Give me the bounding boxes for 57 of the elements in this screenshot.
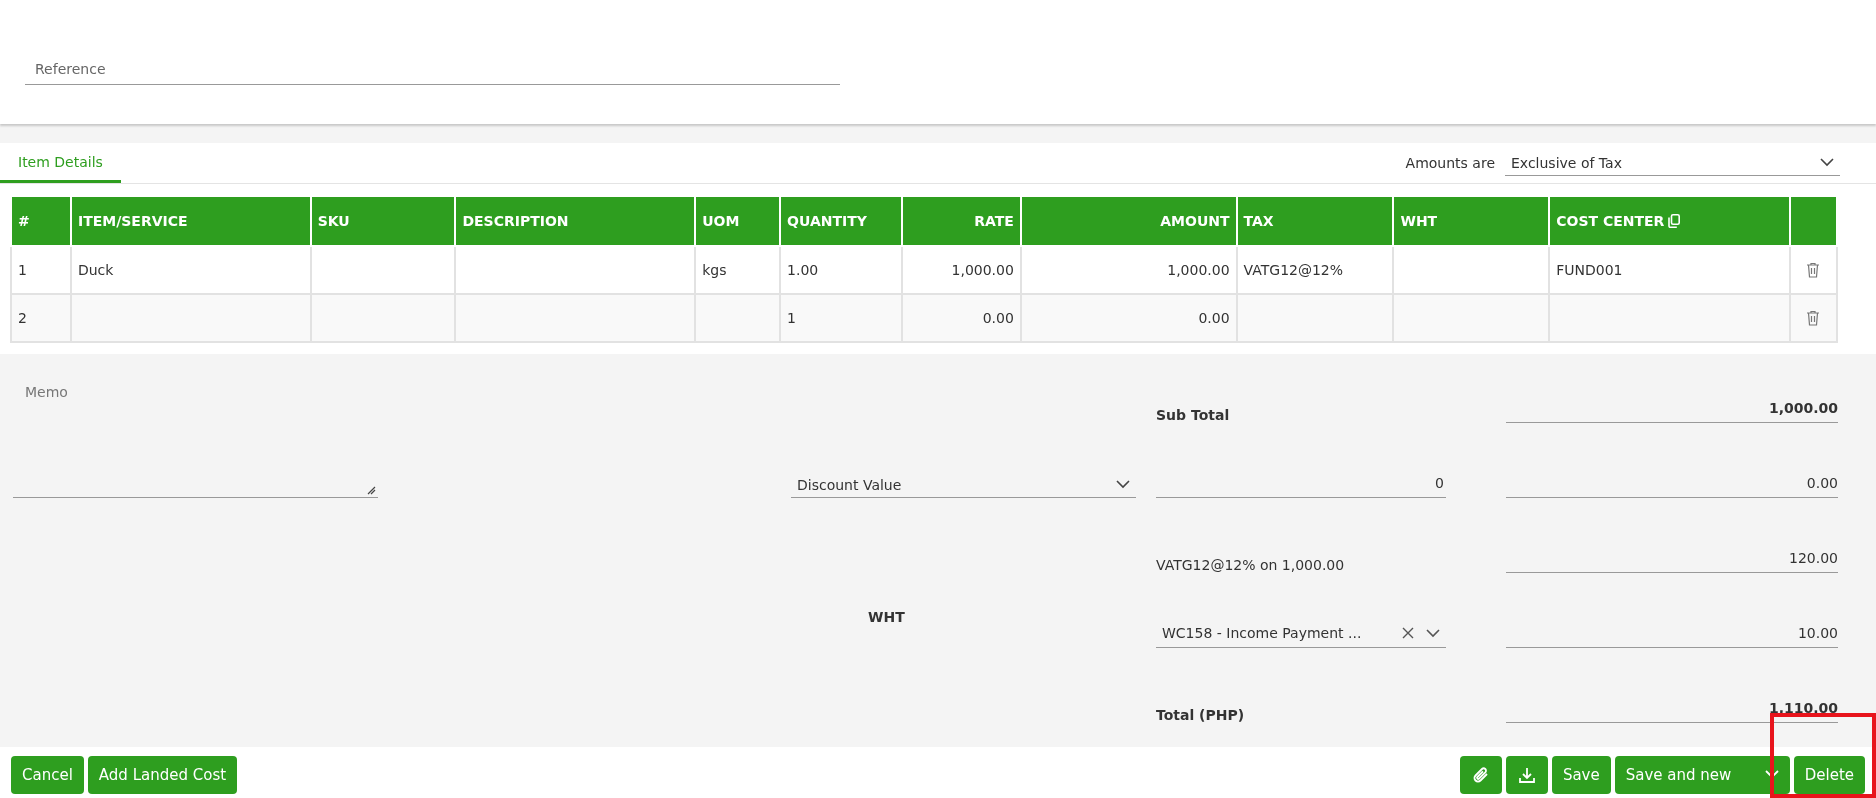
tax-amount: 120.00 bbox=[1506, 550, 1838, 573]
memo-label: Memo bbox=[25, 383, 68, 400]
column-header: WHT bbox=[1400, 213, 1438, 229]
action-button[interactable]: Save bbox=[1551, 755, 1611, 794]
chevron-down-icon[interactable] bbox=[1116, 480, 1130, 489]
discount-amount: 0.00 bbox=[1506, 475, 1838, 498]
attach-button[interactable] bbox=[1459, 755, 1502, 794]
column-header: UOM bbox=[702, 213, 740, 229]
discount-field[interactable]: 0 bbox=[1156, 475, 1446, 498]
action-button[interactable]: Add Landed Cost bbox=[87, 755, 238, 794]
column-header: TAX bbox=[1243, 213, 1274, 229]
resize-grip-icon[interactable] bbox=[367, 486, 376, 495]
column-header: QUANTITY bbox=[787, 213, 867, 229]
save-and-new-button[interactable]: Save and new bbox=[1614, 755, 1790, 794]
trash-icon[interactable] bbox=[1806, 310, 1821, 326]
tax-mode-dropdown[interactable]: Exclusive of Tax bbox=[1505, 150, 1840, 176]
table-cell: 0.00 bbox=[1198, 310, 1230, 326]
wht-label: WHT bbox=[868, 608, 905, 625]
table-cell: 0.00 bbox=[982, 310, 1014, 326]
clear-icon[interactable] bbox=[1402, 627, 1414, 639]
download-button[interactable] bbox=[1505, 755, 1548, 794]
amounts-are-label: Amounts are bbox=[1405, 155, 1495, 171]
table-cell: 2 bbox=[18, 310, 27, 326]
table-cell: 1,000.00 bbox=[951, 262, 1014, 278]
wht-amount: 10.00 bbox=[1506, 625, 1838, 648]
paperclip-icon bbox=[1471, 765, 1490, 784]
table-cell: Duck bbox=[77, 262, 114, 278]
total-value: 1,110.00 bbox=[1506, 700, 1838, 723]
table-cell: VATG12@12% bbox=[1243, 262, 1344, 278]
caret-icon bbox=[1764, 770, 1779, 779]
column-header: SKU bbox=[317, 213, 350, 229]
action-button[interactable]: Delete bbox=[1793, 755, 1865, 794]
chevron-down-icon[interactable] bbox=[1426, 628, 1440, 638]
table-cell: 1 bbox=[18, 262, 27, 278]
copy-icon[interactable] bbox=[1668, 214, 1681, 228]
sub-total-label: Sub Total bbox=[1156, 407, 1230, 423]
table-cell: 1,000.00 bbox=[1167, 262, 1230, 278]
trash-icon[interactable] bbox=[1806, 262, 1821, 278]
reference-field[interactable]: Reference bbox=[25, 53, 840, 85]
column-header: # bbox=[18, 213, 30, 229]
action-button[interactable]: Cancel bbox=[11, 755, 84, 794]
table-cell: 1.00 bbox=[787, 262, 819, 278]
table-cell: FUND001 bbox=[1556, 262, 1623, 278]
column-header: DESCRIPTION bbox=[462, 213, 569, 229]
table-cell: kgs bbox=[702, 262, 727, 278]
wht-dropdown[interactable]: WC158 - Income Payment ... bbox=[1162, 625, 1402, 641]
total-label: Total (PHP) bbox=[1156, 707, 1245, 723]
table-cell: 1 bbox=[787, 310, 796, 326]
column-header: ITEM/SERVICE bbox=[77, 213, 188, 229]
sub-total-value: 1,000.00 bbox=[1506, 400, 1838, 423]
discount-type-dropdown[interactable]: Discount Value bbox=[791, 472, 1136, 498]
column-header: AMOUNT bbox=[1160, 213, 1230, 229]
column-header: COST CENTER bbox=[1556, 213, 1665, 229]
column-header: RATE bbox=[974, 213, 1014, 229]
chevron-down-icon[interactable] bbox=[1820, 158, 1834, 167]
download-icon bbox=[1517, 765, 1536, 784]
tax-label: VATG12@12% on 1,000.00 bbox=[1156, 557, 1345, 573]
